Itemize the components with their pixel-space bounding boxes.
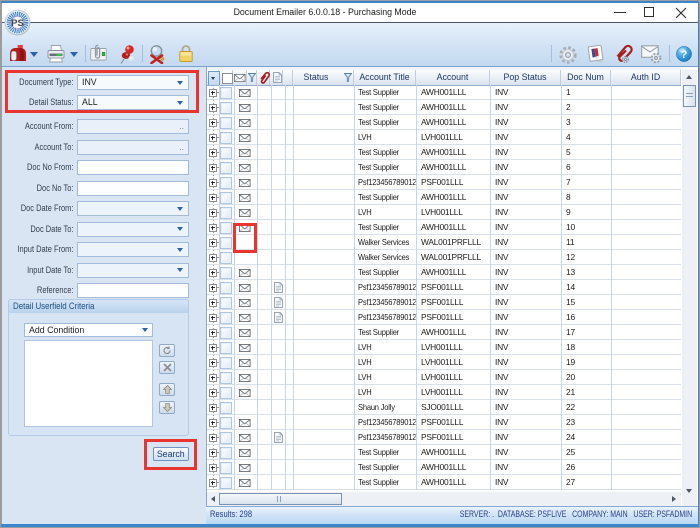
svg-text:?: ? <box>681 49 688 61</box>
svg-text:PS: PS <box>11 18 24 29</box>
